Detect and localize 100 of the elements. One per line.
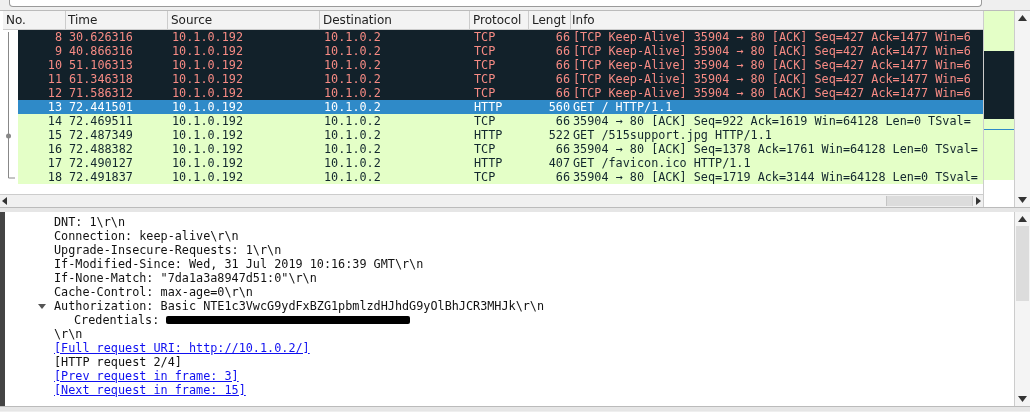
detail-field: If-Modified-Since: Wed, 31 Jul 2019 10:16:39 GMT\r\n (54, 257, 424, 271)
detail-field: If-None-Match: "7da1a3a8947d51:0"\r\n (54, 271, 317, 285)
packet-row[interactable]: 9 40.866316 10.1.0.192 10.1.0.2 TCP 66 [TCP Keep-Alive] 35904 → 80 [ACK] Seq=427 Ack=1477 Win=6 (18, 44, 984, 58)
table-cell-text: 66 (554, 142, 571, 156)
table-cell-text: 10.1.0.192 (171, 114, 245, 128)
detail-field: Connection: keep-alive\r\n (54, 229, 239, 243)
table-cell-text: 10.1.0.2 (323, 44, 382, 58)
table-cell-text: 72.491837 (68, 170, 134, 184)
column-header[interactable]: Destination (320, 11, 470, 29)
table-cell-text: 10.1.0.192 (171, 170, 245, 184)
table-cell-text: 10.1.0.2 (323, 170, 382, 184)
table-cell-text: 35904 → 80 [ACK] Seq=922 Ack=1619 Win=64128 Len=0 TSval= (572, 114, 972, 128)
table-cell-text: 10.1.0.2 (323, 128, 382, 142)
table-cell-text: 10.1.0.192 (171, 30, 245, 44)
scrollbar-thumb[interactable] (1016, 226, 1029, 301)
table-cell-text: 66 (554, 114, 571, 128)
expanded-arrow-icon[interactable] (38, 303, 46, 309)
table-cell-text: HTTP (473, 100, 504, 114)
table-cell-text: GET /favicon.ico HTTP/1.1 (572, 156, 752, 170)
packet-row[interactable]: 8 30.626316 10.1.0.192 10.1.0.2 TCP 66 [TCP Keep-Alive] 35904 → 80 [ACK] Seq=427 Ack=1477 Win=6 (18, 30, 984, 44)
table-cell-text: 10 (46, 58, 63, 72)
packet-row[interactable]: 17 72.490127 10.1.0.192 10.1.0.2 HTTP 407 GET /favicon.ico HTTP/1.1 (18, 156, 984, 170)
detail-field: Credentials: (74, 313, 160, 327)
table-cell-text: 40.866316 (68, 44, 134, 58)
column-header[interactable]: Source (168, 11, 320, 29)
column-header[interactable]: Info (571, 11, 982, 29)
packet-row[interactable]: 14 72.469511 10.1.0.192 10.1.0.2 TCP 66 35904 → 80 [ACK] Seq=922 Ack=1619 Win=64128 Len=0 TSval= (18, 114, 984, 128)
detail-field: [HTTP request 2/4] (54, 355, 182, 369)
vertical-scrollbar[interactable] (1014, 11, 1030, 207)
packet-row[interactable]: 13 72.441501 10.1.0.192 10.1.0.2 HTTP 560 GET / HTTP/1.1 (18, 100, 984, 114)
column-header[interactable]: Lengt (529, 11, 571, 29)
detail-field: DNT: 1\r\n (54, 215, 126, 229)
table-cell-text: 407 (547, 156, 571, 170)
table-cell-text: 35904 → 80 [ACK] Seq=1719 Ack=3144 Win=64128 Len=0 TSval= (572, 170, 979, 184)
table-cell-text: TCP (473, 142, 497, 156)
table-cell-text: 51.106313 (68, 58, 134, 72)
table-cell-text: 10.1.0.2 (323, 58, 382, 72)
packet-row[interactable]: 10 51.106313 10.1.0.192 10.1.0.2 TCP 66 [TCP Keep-Alive] 35904 → 80 [ACK] Seq=427 Ack=1477 Win=6 (18, 58, 984, 72)
detail-field: Cache-Control: max-age=0\r\n (54, 285, 253, 299)
table-cell-text: 10.1.0.2 (323, 142, 382, 156)
detail-link[interactable]: [Next request in frame: 15] (54, 383, 246, 397)
detail-field: Upgrade-Insecure-Requests: 1\r\n (54, 243, 282, 257)
table-cell-text: 10.1.0.192 (171, 156, 245, 170)
table-cell-text: TCP (473, 58, 497, 72)
detail-link[interactable]: [Prev request in frame: 3] (54, 369, 239, 383)
table-cell-text: 18 (46, 170, 63, 184)
table-cell-text: 10.1.0.192 (171, 72, 245, 86)
table-cell-text: [TCP Keep-Alive] 35904 → 80 [ACK] Seq=427 Ack=1477 Win=6 (572, 30, 972, 44)
table-cell-text: 66 (554, 170, 571, 184)
table-cell-text: 66 (554, 44, 571, 58)
table-cell-text: HTTP (473, 156, 504, 170)
table-cell-text: 72.441501 (68, 100, 134, 114)
packet-row[interactable]: 11 61.346318 10.1.0.192 10.1.0.2 TCP 66 [TCP Keep-Alive] 35904 → 80 [ACK] Seq=427 Ack=1477 Win=6 (18, 72, 984, 86)
column-header[interactable]: Protocol (470, 11, 529, 29)
packet-row[interactable]: 16 72.488382 10.1.0.192 10.1.0.2 TCP 66 35904 → 80 [ACK] Seq=1378 Ack=1761 Win=64128 Len=0 TSval= (18, 142, 984, 156)
table-cell-text: 72.469511 (68, 114, 134, 128)
table-cell-text: 71.586312 (68, 86, 134, 100)
table-cell-text: TCP (473, 30, 497, 44)
packet-row[interactable]: 15 72.487349 10.1.0.192 10.1.0.2 HTTP 522 GET /515support.jpg HTTP/1.1 (18, 128, 984, 142)
table-cell-text: TCP (473, 170, 497, 184)
table-cell-text: 30.626316 (68, 30, 134, 44)
table-cell-text: HTTP (473, 128, 504, 142)
table-cell-text: TCP (473, 44, 497, 58)
table-cell-text: 72.488382 (68, 142, 134, 156)
packet-row[interactable]: 12 71.586312 10.1.0.192 10.1.0.2 TCP 66 [TCP Keep-Alive] 35904 → 80 [ACK] Seq=427 Ack=1477 Win=6 (18, 86, 984, 100)
table-cell-text: 10.1.0.192 (171, 128, 245, 142)
table-cell-text: 10.1.0.2 (323, 156, 382, 170)
table-cell-text: 12 (46, 86, 63, 100)
horizontal-scrollbar[interactable] (0, 194, 984, 207)
table-cell-text: 14 (46, 114, 63, 128)
table-cell-text: 9 (53, 44, 63, 58)
table-cell-text: 522 (547, 128, 571, 142)
scrollbar-thumb[interactable] (886, 196, 974, 206)
table-cell-text: 11 (46, 72, 63, 86)
table-cell-text: 10.1.0.192 (171, 44, 245, 58)
column-header[interactable]: Time (66, 11, 168, 29)
filter-field[interactable] (9, 0, 982, 7)
vertical-scrollbar[interactable] (1014, 212, 1030, 406)
table-cell-text: 66 (554, 72, 571, 86)
table-cell-text: [TCP Keep-Alive] 35904 → 80 [ACK] Seq=427 Ack=1477 Win=6 (572, 58, 972, 72)
table-cell-text: 66 (554, 58, 571, 72)
table-cell-text: GET /515support.jpg HTTP/1.1 (572, 128, 773, 142)
packet-row[interactable]: 18 72.491837 10.1.0.192 10.1.0.2 TCP 66 35904 → 80 [ACK] Seq=1719 Ack=3144 Win=64128 Len=0 TSval= (18, 170, 984, 184)
table-cell-text: [TCP Keep-Alive] 35904 → 80 [ACK] Seq=427 Ack=1477 Win=6 (572, 44, 972, 58)
table-cell-text: 10.1.0.2 (323, 100, 382, 114)
table-cell-text: 17 (46, 156, 63, 170)
table-cell-text: 8 (53, 30, 63, 44)
table-cell-text: 13 (46, 100, 63, 114)
table-cell-text: TCP (473, 86, 497, 100)
table-cell-text: 66 (554, 30, 571, 44)
detail-link[interactable]: [Full request URI: http://10.1.0.2/] (54, 341, 310, 355)
table-cell-text: 61.346318 (68, 72, 134, 86)
table-cell-text: 72.490127 (68, 156, 134, 170)
table-cell-text: 10.1.0.2 (323, 86, 382, 100)
column-header[interactable]: No. (3, 11, 66, 29)
table-cell-text: TCP (473, 72, 497, 86)
detail-field: \r\n (54, 327, 83, 341)
packet-minimap[interactable] (983, 11, 1014, 207)
table-cell-text: 10.1.0.2 (323, 114, 382, 128)
table-cell-text: 15 (46, 128, 63, 142)
